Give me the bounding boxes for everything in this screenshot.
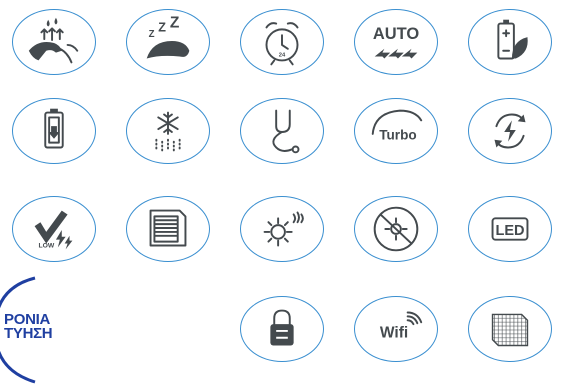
timer-label: 24 [279,53,286,59]
power-cycle-badge[interactable] [468,98,552,164]
low-label: LOW [38,242,54,249]
alarm-clock-icon: 24 [265,22,299,66]
led-icon: LED [491,217,529,241]
svg-text:Z: Z [170,14,180,31]
snowflake-icon [155,111,181,153]
sleep-mode-badge[interactable]: Z Z Z [126,9,210,75]
defrost-badge[interactable] [126,98,210,164]
wifi-icon: Wifi [380,311,423,342]
mesh-filter-icon [491,313,529,347]
no-sun-badge[interactable] [354,196,438,262]
turbo-label: Turbo [379,128,416,143]
shutter-icon [149,209,187,247]
sun-crossed-icon [373,206,419,252]
auto-mode-badge[interactable]: AUTO [354,9,438,75]
shutter-badge[interactable] [126,196,210,262]
svg-text:Z: Z [158,20,166,34]
lock-icon [270,309,294,346]
wifi-label: Wifi [380,325,408,342]
sleep-icon: Z Z Z [146,14,190,59]
dehumidify-badge[interactable] [12,9,96,75]
logo-line-2: ΤΥΗΣΗ [4,325,53,342]
warranty-logo-text: ΡΟΝΙΑ ΤΥΗΣΗ [4,312,53,342]
low-power-check-icon: LOW [34,210,73,249]
led-badge[interactable]: LED [468,196,552,262]
timer-badge[interactable]: 24 [240,9,324,75]
drain-hose-badge[interactable] [240,98,324,164]
svg-text:Z: Z [149,29,155,40]
lightning-cycle-icon [494,113,526,149]
led-label: LED [495,223,524,239]
lock-badge[interactable] [240,296,324,362]
battery-charging-icon [44,108,64,149]
hose-icon [272,109,300,154]
filter-mesh-badge[interactable] [468,296,552,362]
sun-icon [263,211,304,247]
turbo-icon: Turbo [371,109,423,143]
auto-label: AUTO [373,25,420,43]
auto-icon: AUTO [373,25,420,59]
dehumidify-icon [28,17,79,64]
heat-mode-badge[interactable] [240,196,324,262]
eco-battery-badge[interactable] [468,9,552,75]
wifi-badge[interactable]: Wifi [354,296,438,362]
battery-badge[interactable] [12,98,96,164]
battery-leaf-icon [497,19,528,60]
low-power-badge[interactable]: LOW [12,196,96,262]
turbo-badge[interactable]: Turbo [354,98,438,164]
